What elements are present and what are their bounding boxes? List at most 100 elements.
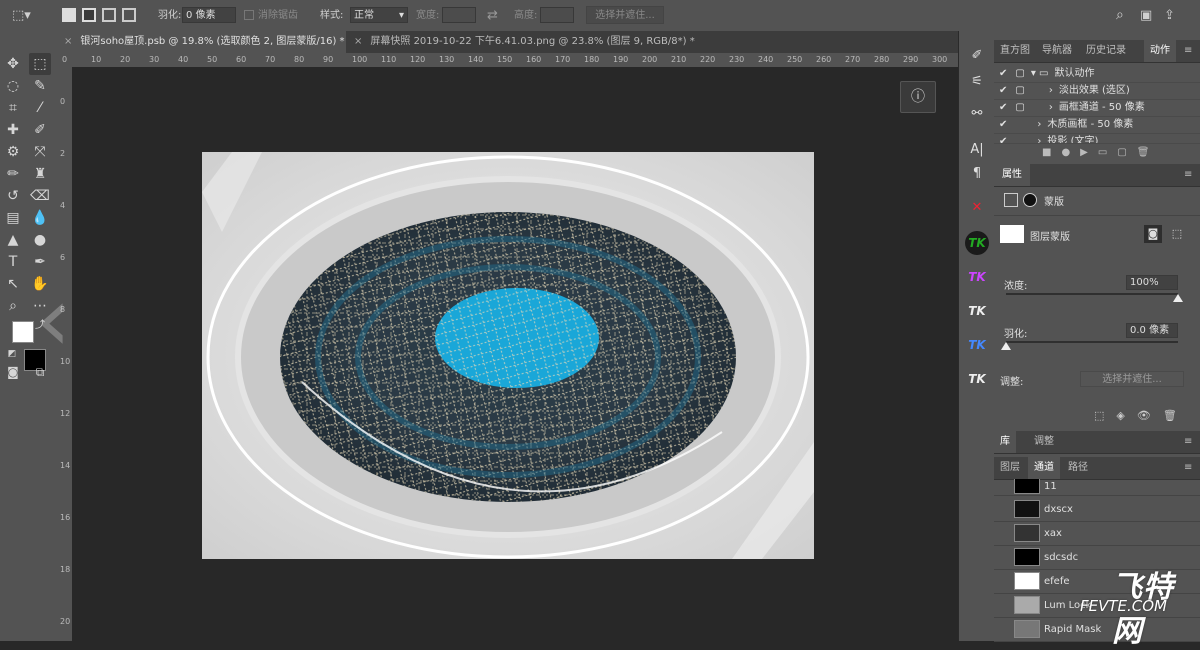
sharpen-icon[interactable]: ▲	[2, 229, 24, 251]
document-image[interactable]	[202, 152, 814, 559]
ruler-tick-label: 170	[555, 55, 571, 64]
tab-channels[interactable]: 通道	[1028, 457, 1060, 479]
feather-slider-handle[interactable]	[1001, 342, 1011, 350]
quick-selection-icon[interactable]: ✎	[29, 75, 51, 97]
previous-arrow-icon[interactable]: ‹	[35, 275, 71, 365]
clone-stamp-icon[interactable]: ♜	[29, 163, 51, 185]
tab-histogram[interactable]: 直方图	[1000, 40, 1030, 62]
tab-history[interactable]: 历史记录	[1086, 40, 1126, 62]
crop-icon[interactable]: ⌗	[2, 97, 24, 119]
tk-panel-green-icon[interactable]: TK	[965, 231, 989, 255]
tab-actions[interactable]: 动作	[1144, 40, 1176, 62]
ruler-tick-label: 2	[60, 149, 66, 158]
tab-paths[interactable]: 路径	[1068, 457, 1088, 479]
action-row[interactable]: ✔ › 投影 (文字)	[994, 133, 1200, 144]
action-row[interactable]: ✔ ▢ ▾ ▭ 默认动作	[994, 65, 1200, 83]
channel-name: sdcsdc	[1044, 552, 1079, 563]
tab-properties[interactable]: 属性	[994, 164, 1030, 186]
paragraph-icon[interactable]: ¶	[966, 163, 988, 185]
ruler-tick-label: 290	[903, 55, 919, 64]
zoom-icon[interactable]: ⌕	[2, 295, 24, 317]
channel-row[interactable]: dxscx	[994, 498, 1200, 522]
add-to-selection-icon[interactable]	[82, 8, 96, 22]
path-selection-icon[interactable]: ↖	[2, 273, 24, 295]
character-icon[interactable]: A|	[966, 139, 988, 161]
rectangular-marquee-icon[interactable]: ⬚	[29, 53, 51, 75]
brush-settings-icon[interactable]: ✐	[966, 45, 988, 67]
pencil-icon[interactable]: ✏	[2, 163, 24, 185]
style-select[interactable]: 正常 ▾	[350, 7, 408, 23]
info-icon[interactable]: ⓘ	[900, 81, 936, 113]
tab-adjustments[interactable]: 调整	[1034, 431, 1054, 453]
dodge-icon[interactable]: ●	[29, 229, 51, 251]
panel-menu-icon[interactable]: ≡	[1184, 457, 1192, 479]
action-row[interactable]: ✔ ▢ › 淡出效果 (选区)	[994, 82, 1200, 100]
height-input[interactable]	[540, 7, 574, 23]
width-input[interactable]	[442, 7, 476, 23]
document-tab-active[interactable]: × 银河soho屋顶.psb @ 19.8% (选取颜色 2, 图层蒙版/16) …	[58, 31, 346, 53]
workspace-icon[interactable]: ▣	[1140, 0, 1152, 31]
swap-dimensions-icon[interactable]: ⇄	[487, 0, 498, 31]
panel-menu-icon[interactable]: ≡	[1184, 40, 1192, 62]
search-icon[interactable]: ⌕	[1116, 0, 1124, 31]
panel-menu-icon[interactable]: ≡	[1184, 164, 1192, 186]
tk-panel-icon[interactable]: TK	[965, 299, 989, 323]
ruler-tick-label: 210	[671, 55, 687, 64]
blur-icon[interactable]: 💧	[29, 207, 51, 229]
eraser-icon[interactable]: ⌫	[29, 185, 51, 207]
apply-vector-mask-icon[interactable]: ⬚	[1168, 225, 1186, 243]
character-styles-icon[interactable]: ⚯	[966, 103, 988, 125]
marquee-tool-preset-icon[interactable]: ⬚▾	[12, 0, 31, 31]
gradient-icon[interactable]: ▤	[2, 207, 24, 229]
eyedropper-icon[interactable]: ⁄	[29, 97, 51, 119]
plugin-icon[interactable]: ✕	[966, 197, 988, 219]
layer-mask-thumbnail[interactable]	[1000, 225, 1024, 243]
antialias-checkbox[interactable]	[244, 10, 254, 20]
pixel-mask-icon[interactable]	[1004, 193, 1018, 207]
feather-input[interactable]: 0 像素	[182, 7, 236, 23]
tab-navigator[interactable]: 导航器	[1042, 40, 1072, 62]
lasso-icon[interactable]: ◌	[2, 75, 24, 97]
panel-menu-icon[interactable]: ≡	[1184, 431, 1192, 453]
chevron-down-icon: ▾	[398, 10, 404, 21]
feather-slider[interactable]	[1006, 341, 1178, 343]
density-slider[interactable]	[1006, 293, 1178, 295]
vector-mask-icon[interactable]	[1023, 193, 1037, 207]
move-tool-icon[interactable]: ✥	[2, 53, 24, 75]
select-and-mask-button[interactable]: 选择并遮住...	[1080, 371, 1184, 387]
tk-panel-icon[interactable]: TK	[965, 367, 989, 391]
tk-panel-blue-icon[interactable]: TK	[965, 333, 989, 357]
density-input[interactable]: 100%	[1126, 275, 1178, 290]
document-tab-inactive[interactable]: × 屏幕快照 2019-10-22 下午6.41.03.png @ 23.8% (…	[348, 31, 696, 53]
patch-icon[interactable]: ⚙	[2, 141, 24, 163]
new-selection-icon[interactable]	[62, 8, 76, 22]
share-icon[interactable]: ⇪	[1164, 0, 1175, 31]
density-slider-handle[interactable]	[1173, 294, 1183, 302]
action-row[interactable]: ✔ ▢ › 画框通道 - 50 像素	[994, 99, 1200, 117]
type-tool-icon[interactable]: T	[2, 251, 24, 273]
quick-mask-icon[interactable]: ◙	[2, 361, 24, 383]
intersect-selection-icon[interactable]	[122, 8, 136, 22]
close-tab-icon[interactable]: ×	[354, 36, 362, 47]
feather-input[interactable]: 0.0 像素	[1126, 323, 1178, 338]
action-row[interactable]: ✔ › 木质画框 - 50 像素	[994, 116, 1200, 134]
tab-libraries[interactable]: 库	[994, 431, 1016, 453]
adjustments-icon[interactable]: ⚟	[966, 71, 988, 93]
tk-panel-color-icon[interactable]: TK	[965, 265, 989, 289]
channel-row[interactable]: 11	[994, 479, 1200, 496]
close-tab-icon[interactable]: ×	[64, 36, 72, 47]
select-mask-icon[interactable]: ◙	[1144, 225, 1162, 243]
ruler-tick-label: 12	[60, 409, 71, 418]
history-brush-icon[interactable]: ↺	[2, 185, 24, 207]
action-controls[interactable]: ■●▶▭▢🗑	[1042, 145, 1192, 161]
mask-actions[interactable]: ⬚◈👁🗑	[1094, 409, 1189, 422]
content-aware-move-icon[interactable]: ⤧	[29, 141, 51, 163]
select-and-mask-button[interactable]: 选择并遮住...	[586, 6, 664, 24]
channel-row[interactable]: xax	[994, 522, 1200, 546]
brush-icon[interactable]: ✐	[29, 119, 51, 141]
foreground-color-swatch[interactable]	[12, 321, 34, 343]
healing-brush-icon[interactable]: ✚	[2, 119, 24, 141]
tab-layers[interactable]: 图层	[1000, 457, 1020, 479]
ruler-tick-label: 270	[845, 55, 861, 64]
subtract-selection-icon[interactable]	[102, 8, 116, 22]
